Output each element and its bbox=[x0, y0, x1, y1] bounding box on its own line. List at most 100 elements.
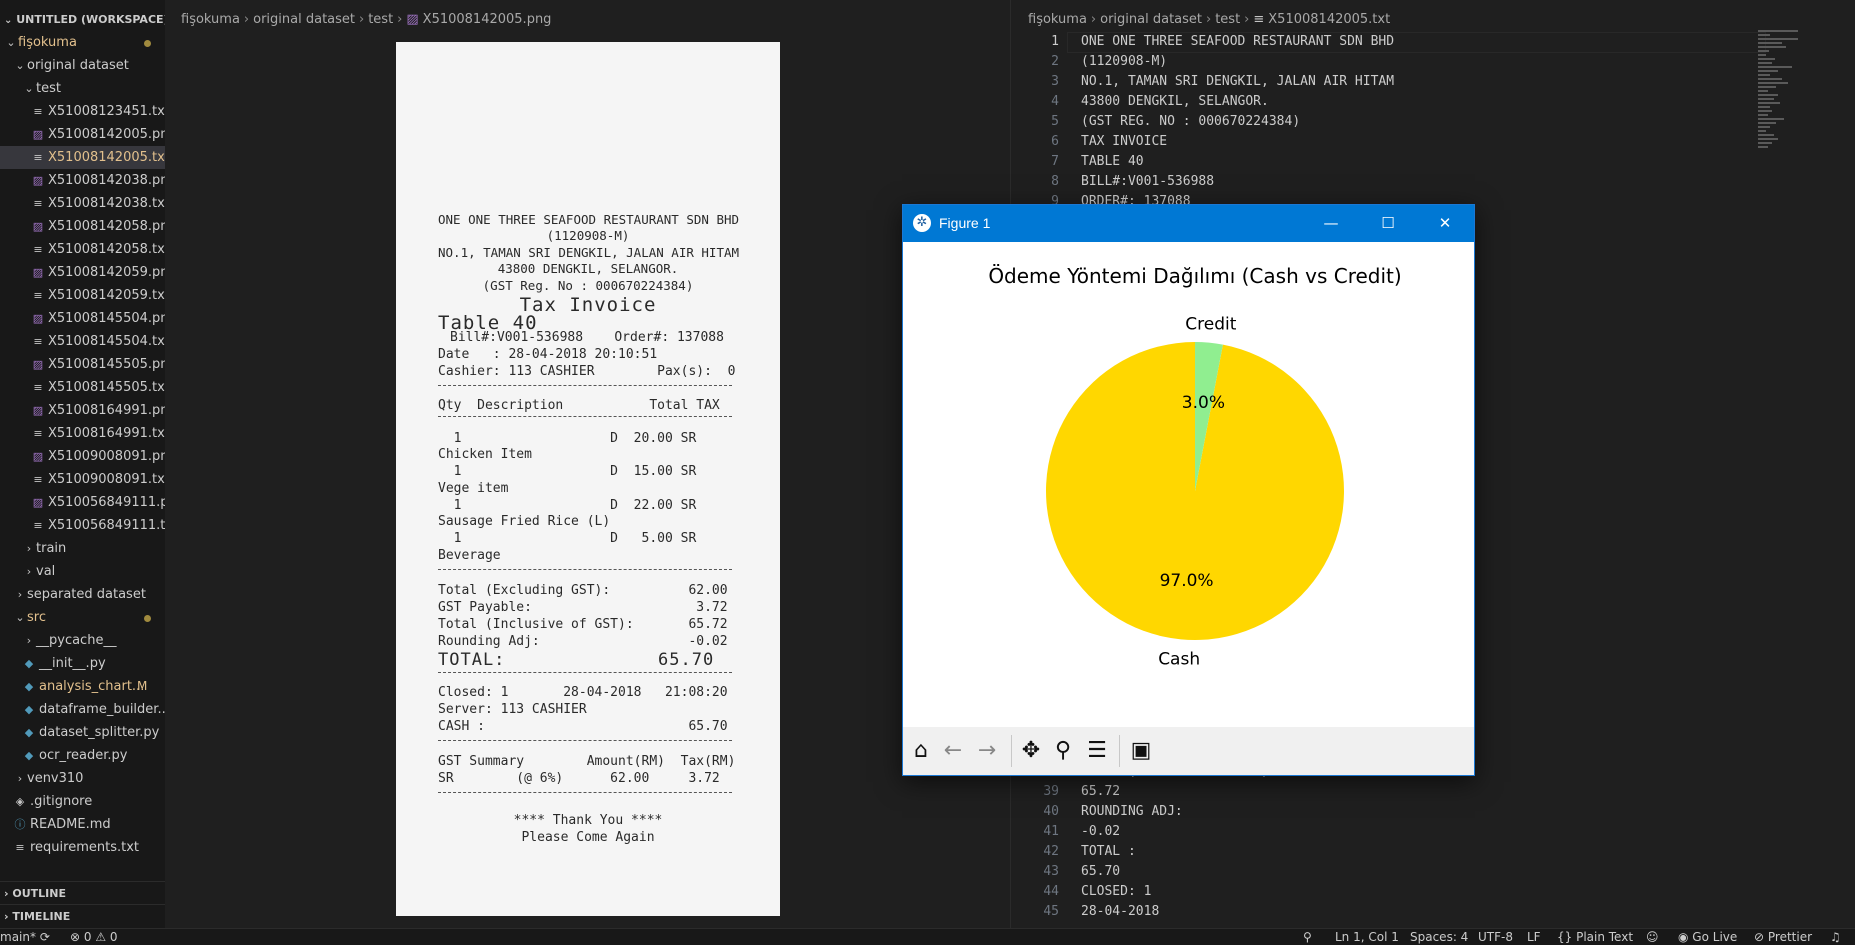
end-of-line[interactable]: LF bbox=[1527, 929, 1541, 945]
file-item[interactable]: ▨ X510056849111.p... bbox=[0, 491, 165, 514]
home-icon[interactable]: ⌂ bbox=[907, 737, 935, 765]
breadcrumb-item[interactable]: test bbox=[368, 12, 393, 27]
breadcrumb-item[interactable]: test bbox=[1215, 12, 1240, 27]
breadcrumb-item[interactable]: fişokuma bbox=[181, 12, 240, 27]
file-item[interactable]: ◆ dataset_splitter.py bbox=[0, 721, 165, 744]
code-line[interactable]: TABLE 40 bbox=[1081, 154, 1144, 169]
zoom-magnifier-icon[interactable]: ⚲ bbox=[1049, 737, 1077, 765]
file-item[interactable]: ▨ X51008145504.png bbox=[0, 307, 165, 330]
file-item[interactable]: ◆ ocr_reader.py bbox=[0, 744, 165, 767]
text-file-icon: ≡ bbox=[33, 105, 43, 118]
outline-section[interactable]: › OUTLINE bbox=[0, 881, 165, 905]
maximize-button[interactable]: ☐ bbox=[1360, 205, 1416, 242]
breadcrumb-item[interactable]: original dataset bbox=[1100, 12, 1202, 27]
language-mode[interactable]: {} Plain Text bbox=[1557, 929, 1633, 945]
file-item[interactable]: ◆ analysis_chart... M bbox=[0, 675, 165, 698]
breadcrumb-item[interactable]: original dataset bbox=[253, 12, 355, 27]
code-line[interactable]: CLOSED: 1 bbox=[1081, 884, 1151, 899]
python-file-icon: ◆ bbox=[24, 749, 34, 762]
folder-item[interactable]: › __pycache__ bbox=[0, 629, 165, 652]
file-item[interactable]: ≡ X51008123451.txt bbox=[0, 100, 165, 123]
code-line[interactable]: TAX INVOICE bbox=[1081, 134, 1167, 149]
breadcrumb-item[interactable]: X51008142005.txt bbox=[1268, 12, 1390, 27]
branch-indicator[interactable]: main* ⟳ bbox=[0, 929, 50, 945]
minimap[interactable] bbox=[1758, 30, 1804, 150]
folder-item[interactable]: › separated dataset bbox=[0, 583, 165, 606]
file-item[interactable]: ◆ dataframe_builder.... bbox=[0, 698, 165, 721]
folder-item[interactable]: ⌄ test bbox=[0, 77, 165, 100]
file-item[interactable]: ≡ X51008145504.txt bbox=[0, 330, 165, 353]
folder-item[interactable]: ⌄ fişokuma bbox=[0, 31, 165, 54]
breadcrumb-item[interactable]: X51008142005.png bbox=[423, 12, 552, 27]
breadcrumb-item[interactable]: fişokuma bbox=[1028, 12, 1087, 27]
file-item[interactable]: ◆ __init__.py bbox=[0, 652, 165, 675]
zoom-icon[interactable]: ⚲ bbox=[1303, 929, 1312, 945]
image-file-icon: ▨ bbox=[32, 404, 44, 417]
receipt-text-line: Sausage Fried Rice (L) bbox=[438, 514, 611, 529]
folder-item[interactable]: › train bbox=[0, 537, 165, 560]
forward-arrow-icon[interactable]: → bbox=[973, 737, 1001, 765]
file-item[interactable]: ◈ .gitignore bbox=[0, 790, 165, 813]
receipt-divider bbox=[438, 672, 732, 673]
code-line[interactable]: (GST REG. NO : 000670224384) bbox=[1081, 114, 1300, 129]
file-item[interactable]: ▨ X51008142038.png bbox=[0, 169, 165, 192]
timeline-section[interactable]: › TIMELINE bbox=[0, 904, 165, 928]
window-title: Figure 1 bbox=[939, 215, 991, 231]
file-item[interactable]: ≡ X510056849111.txt bbox=[0, 514, 165, 537]
image-file-icon: ▨ bbox=[406, 12, 419, 27]
prettier-button[interactable]: ⊘ Prettier bbox=[1754, 929, 1812, 945]
notifications-bell-icon[interactable]: ♫ bbox=[1830, 929, 1841, 945]
file-item[interactable]: ≡ X51009008091.txt bbox=[0, 468, 165, 491]
file-item[interactable]: ▨ X51008164991.png bbox=[0, 399, 165, 422]
file-item[interactable]: ≡ X51008142058.txt bbox=[0, 238, 165, 261]
cursor-position[interactable]: Ln 1, Col 1 bbox=[1335, 929, 1399, 945]
code-line[interactable]: 43800 DENGKIL, SELANGOR. bbox=[1081, 94, 1269, 109]
code-line[interactable]: BILL#:V001-536988 bbox=[1081, 174, 1214, 189]
file-item[interactable]: ▨ X51008142005.png bbox=[0, 123, 165, 146]
workspace-title[interactable]: ⌄ UNTITLED (WORKSPACE) bbox=[0, 13, 165, 27]
code-line[interactable]: 65.72 bbox=[1081, 784, 1120, 799]
folder-item[interactable]: ⌄ src bbox=[0, 606, 165, 629]
copilot-icon[interactable]: ☺ bbox=[1646, 929, 1659, 945]
receipt-text-line: Vege item bbox=[438, 481, 509, 496]
indentation[interactable]: Spaces: 4 bbox=[1410, 929, 1468, 945]
code-line[interactable]: NO.1, TAMAN SRI DENGKIL, JALAN AIR HITAM bbox=[1081, 74, 1394, 89]
code-line[interactable]: TOTAL : bbox=[1081, 844, 1136, 859]
save-floppy-icon[interactable]: ▣ bbox=[1127, 737, 1155, 765]
tree-item-label: X51008145505.png bbox=[48, 357, 165, 372]
encoding[interactable]: UTF-8 bbox=[1478, 929, 1513, 945]
pan-move-icon[interactable]: ✥ bbox=[1017, 737, 1045, 765]
file-item[interactable]: ≡ X51008142038.txt bbox=[0, 192, 165, 215]
chevron-right-icon: › bbox=[26, 634, 32, 647]
file-item[interactable]: ≡ requirements.txt bbox=[0, 836, 165, 859]
file-item[interactable]: ≡ X51008145505.txt bbox=[0, 376, 165, 399]
file-item[interactable]: ≡ X51008164991.txt bbox=[0, 422, 165, 445]
file-item[interactable]: ≡ X51008142005.txt bbox=[0, 146, 165, 169]
window-titlebar[interactable]: ✲ Figure 1 — ☐ ✕ bbox=[903, 205, 1474, 242]
code-line[interactable]: -0.02 bbox=[1081, 824, 1120, 839]
minimize-button[interactable]: — bbox=[1303, 205, 1359, 242]
tree-item-label: __pycache__ bbox=[36, 633, 117, 648]
code-line[interactable]: ROUNDING ADJ: bbox=[1081, 804, 1183, 819]
matplotlib-figure-window[interactable]: ✲ Figure 1 — ☐ ✕ Ödeme Yöntemi Dağılımı … bbox=[902, 204, 1475, 776]
configure-subplots-icon[interactable]: ☰ bbox=[1083, 737, 1111, 765]
chevron-right-icon: › bbox=[4, 910, 9, 923]
file-item[interactable]: ≡ X51008142059.txt bbox=[0, 284, 165, 307]
folder-item[interactable]: › venv310 bbox=[0, 767, 165, 790]
problems-indicator[interactable]: ⊗ 0 ⚠ 0 bbox=[70, 929, 118, 945]
file-item[interactable]: ▨ X51008142059.png bbox=[0, 261, 165, 284]
go-live-button[interactable]: ◉ Go Live bbox=[1678, 929, 1737, 945]
code-line[interactable]: (1120908-M) bbox=[1081, 54, 1167, 69]
minimap-line bbox=[1758, 126, 1770, 128]
file-item[interactable]: ▨ X51009008091.png bbox=[0, 445, 165, 468]
folder-item[interactable]: › val bbox=[0, 560, 165, 583]
file-item[interactable]: ⓘ README.md bbox=[0, 813, 165, 836]
folder-item[interactable]: ⌄ original dataset bbox=[0, 54, 165, 77]
back-arrow-icon[interactable]: ← bbox=[939, 737, 967, 765]
close-button[interactable]: ✕ bbox=[1417, 205, 1473, 242]
code-line[interactable]: 28-04-2018 bbox=[1081, 904, 1159, 919]
code-line[interactable]: 65.70 bbox=[1081, 864, 1120, 879]
code-line[interactable]: ONE ONE THREE SEAFOOD RESTAURANT SDN BHD bbox=[1081, 34, 1394, 49]
file-item[interactable]: ▨ X51008142058.png bbox=[0, 215, 165, 238]
file-item[interactable]: ▨ X51008145505.png bbox=[0, 353, 165, 376]
